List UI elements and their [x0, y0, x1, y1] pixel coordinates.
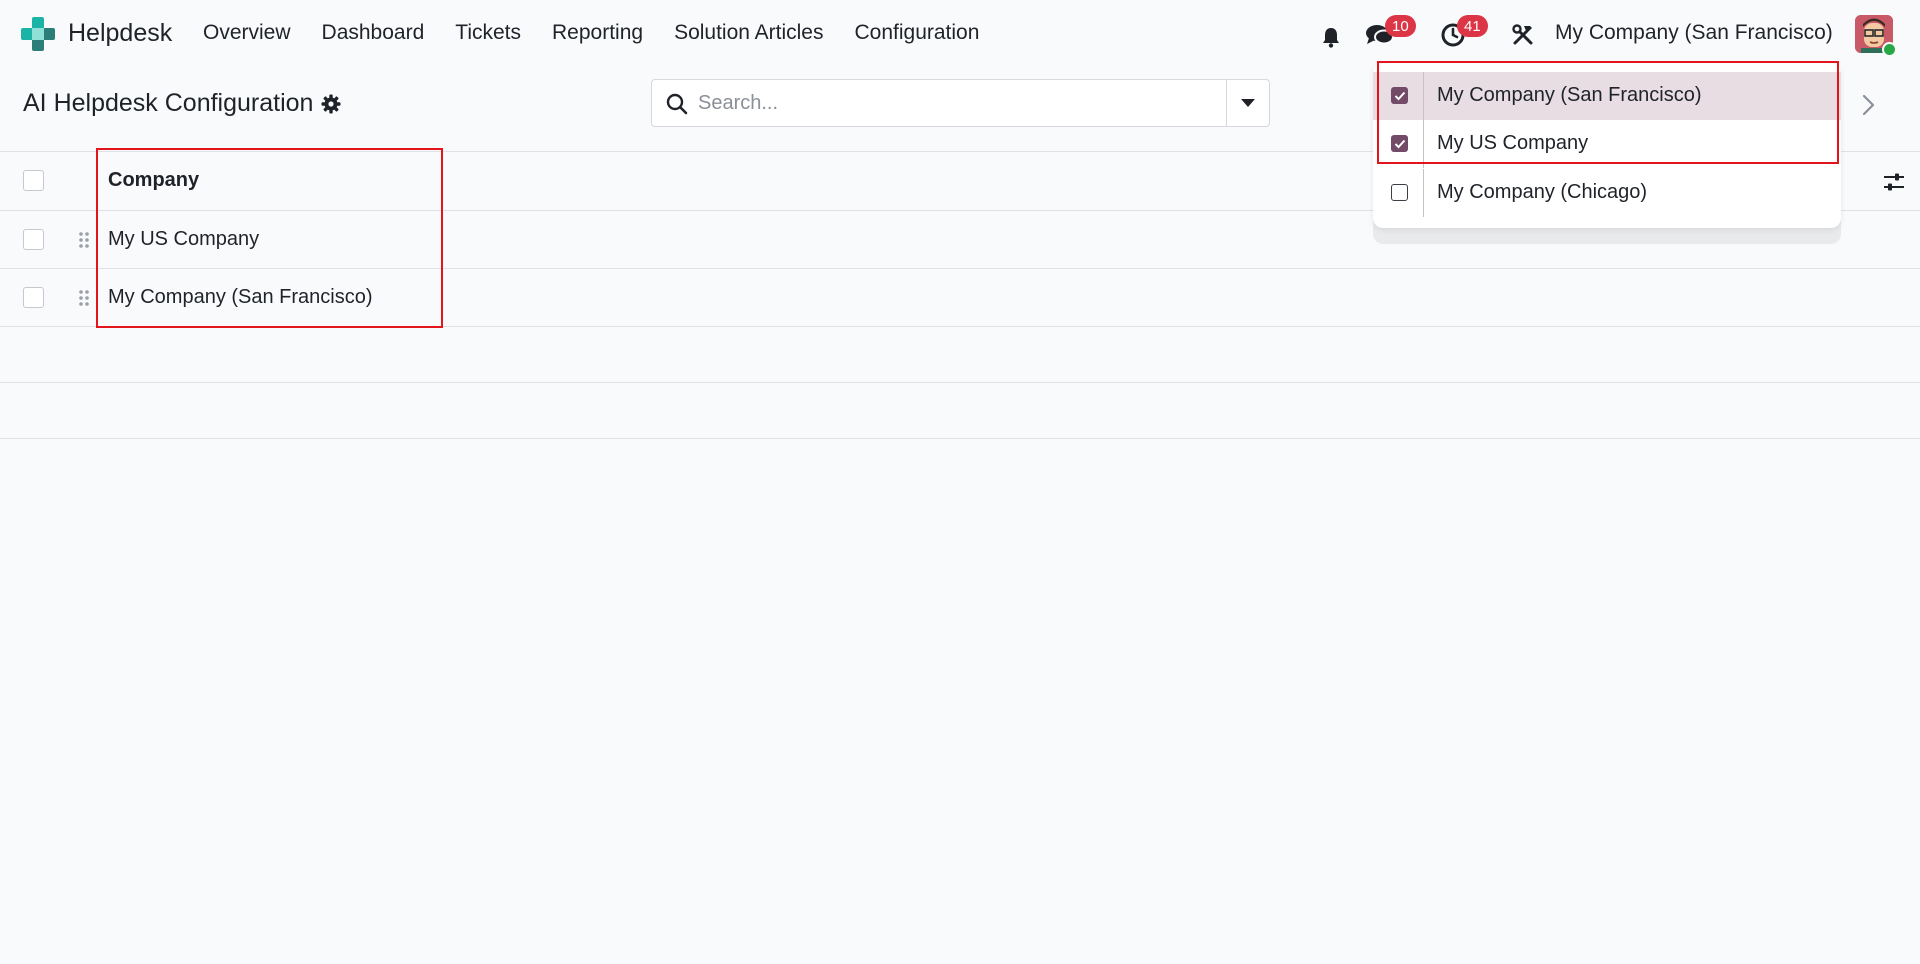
- menu-tickets[interactable]: Tickets: [455, 21, 521, 45]
- checkbox-checked-icon[interactable]: [1391, 87, 1408, 104]
- company-cell[interactable]: My US Company: [108, 228, 259, 251]
- option-separator: [1423, 72, 1424, 120]
- menu-dashboard[interactable]: Dashboard: [322, 21, 425, 45]
- company-cell[interactable]: My Company (San Francisco): [108, 286, 373, 309]
- company-option-san-francisco[interactable]: My Company (San Francisco): [1373, 72, 1841, 120]
- empty-row: [0, 326, 1920, 382]
- menu-solution-articles[interactable]: Solution Articles: [674, 21, 823, 45]
- search-options-toggle[interactable]: [1226, 80, 1269, 126]
- user-avatar[interactable]: [1855, 15, 1897, 57]
- company-dropdown: My Company (San Francisco) My US Company…: [1373, 63, 1841, 244]
- option-separator: [1423, 169, 1424, 217]
- company-dropdown-menu: My Company (San Francisco) My US Company…: [1373, 63, 1841, 228]
- search-bar: [651, 79, 1270, 127]
- activities-badge: 41: [1457, 15, 1488, 37]
- empty-row: [0, 382, 1920, 438]
- row-checkbox[interactable]: [23, 229, 44, 250]
- row-checkbox[interactable]: [23, 287, 44, 308]
- app-name[interactable]: Helpdesk: [68, 19, 172, 48]
- main-menu: Overview Dashboard Tickets Reporting Sol…: [203, 21, 1010, 45]
- select-all-checkbox[interactable]: [23, 170, 44, 191]
- company-switcher[interactable]: My Company (San Francisco): [1555, 21, 1833, 45]
- top-navbar: Helpdesk Overview Dashboard Tickets Repo…: [0, 0, 1920, 68]
- menu-reporting[interactable]: Reporting: [552, 21, 643, 45]
- company-option-label: My US Company: [1437, 132, 1589, 154]
- tools-icon[interactable]: [1511, 23, 1535, 47]
- page-title: AI Helpdesk Configuration: [23, 89, 314, 117]
- company-option-label: My Company (San Francisco): [1437, 84, 1702, 106]
- search-icon: [666, 93, 688, 115]
- company-option-chicago[interactable]: My Company (Chicago): [1373, 169, 1841, 217]
- drag-handle-icon[interactable]: [78, 289, 90, 307]
- gear-icon[interactable]: [321, 94, 341, 114]
- list-bottom-border: [0, 438, 1920, 439]
- column-header-company[interactable]: Company: [108, 169, 199, 192]
- company-option-label: My Company (Chicago): [1437, 181, 1648, 203]
- helpdesk-logo-icon[interactable]: [21, 17, 55, 51]
- caret-down-icon: [1241, 99, 1255, 107]
- checkbox-unchecked-icon[interactable]: [1391, 184, 1408, 201]
- company-option-us[interactable]: My US Company: [1373, 120, 1841, 168]
- chevron-right-icon[interactable]: [1856, 90, 1880, 120]
- bell-icon[interactable]: [1320, 26, 1342, 48]
- checkbox-checked-icon[interactable]: [1391, 135, 1408, 152]
- messages-badge: 10: [1385, 15, 1416, 37]
- menu-configuration[interactable]: Configuration: [854, 21, 979, 45]
- search-input[interactable]: [698, 88, 1198, 118]
- optional-columns-icon[interactable]: [1883, 172, 1905, 192]
- menu-overview[interactable]: Overview: [203, 21, 291, 45]
- online-status-indicator: [1882, 42, 1897, 57]
- option-separator: [1423, 120, 1424, 168]
- table-row[interactable]: My Company (San Francisco): [0, 268, 1920, 326]
- drag-handle-icon[interactable]: [78, 231, 90, 249]
